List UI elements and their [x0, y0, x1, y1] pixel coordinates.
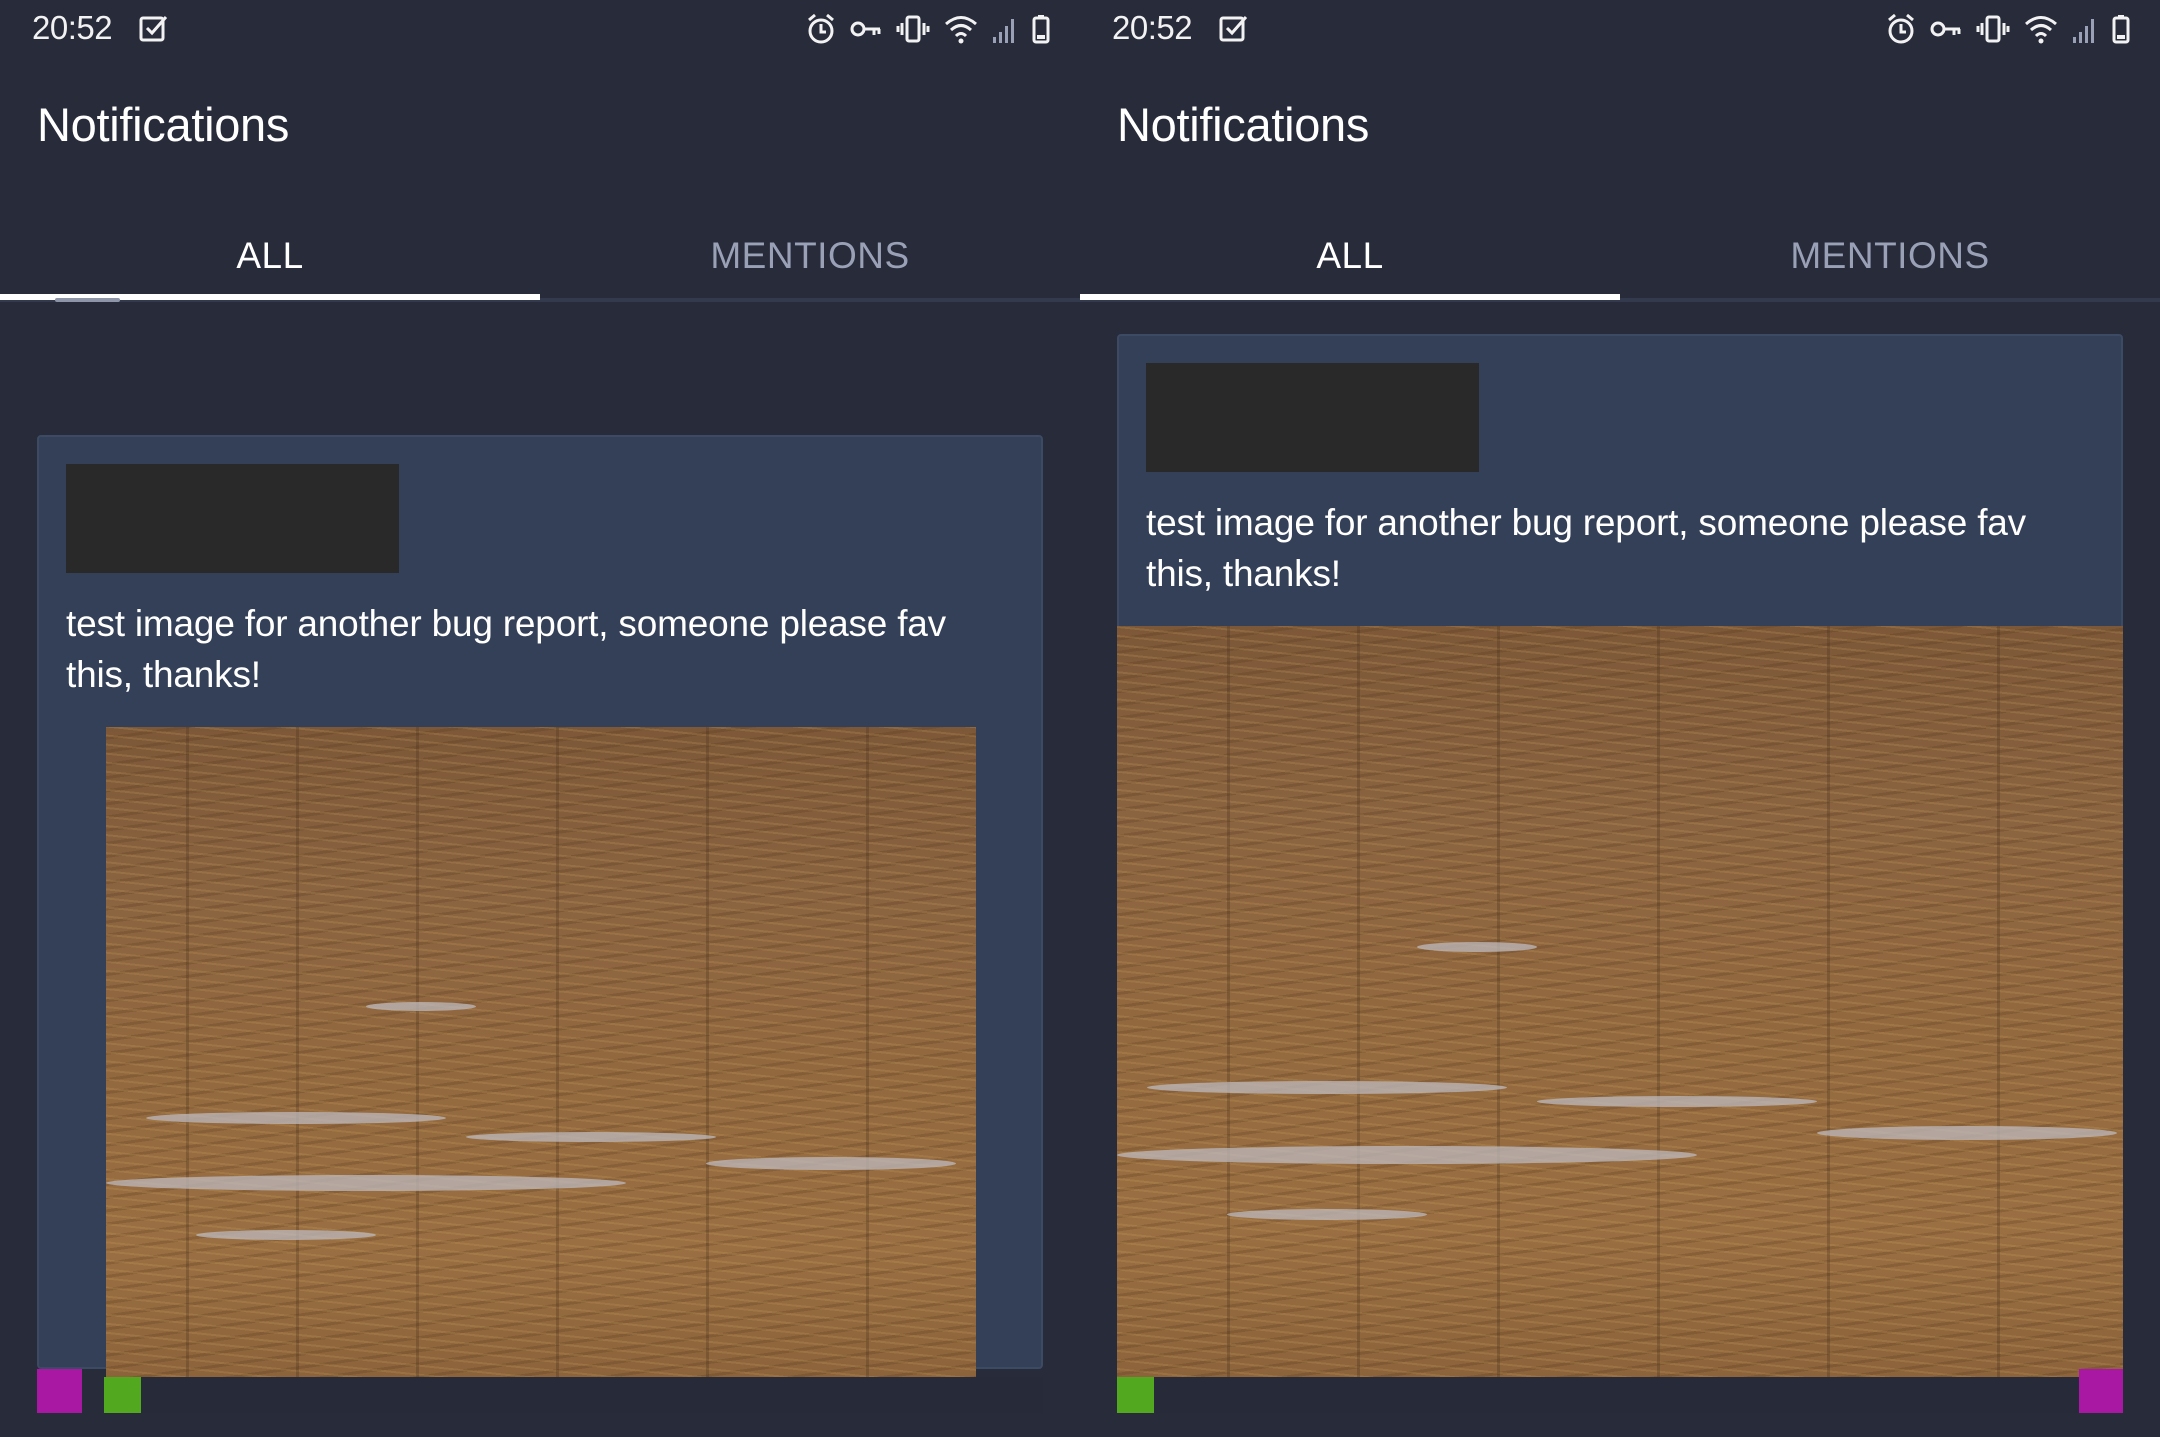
- tab-bar: ALL MENTIONS: [0, 210, 1080, 302]
- status-bar: 20:52: [0, 0, 1080, 60]
- battery-icon: [2112, 14, 2130, 44]
- redacted-account-block: [66, 464, 399, 573]
- checkbox-icon: [138, 13, 168, 48]
- vpn-key-icon: [1930, 18, 1962, 40]
- alarm-icon: [806, 13, 836, 45]
- puddle: [466, 1132, 716, 1142]
- redacted-account-block: [1146, 363, 1479, 472]
- tab-mentions[interactable]: MENTIONS: [540, 210, 1080, 302]
- battery-icon: [1032, 14, 1050, 44]
- checkbox-icon: [1218, 13, 1248, 48]
- pull-refresh-indicator: [55, 298, 120, 302]
- puddle: [1227, 1209, 1427, 1220]
- puddle: [1817, 1126, 2117, 1140]
- puddle: [1417, 942, 1537, 952]
- notification-text: test image for another bug report, someo…: [1146, 502, 2026, 594]
- wifi-icon: [2024, 14, 2058, 44]
- page-title: Notifications: [37, 98, 290, 151]
- wifi-icon: [944, 14, 978, 44]
- notification-card[interactable]: test image for another bug report, someo…: [1117, 334, 2123, 1379]
- status-icons: [806, 11, 1050, 47]
- post-image[interactable]: [106, 727, 976, 1379]
- page-title: Notifications: [1117, 98, 1370, 151]
- tab-mentions[interactable]: MENTIONS: [1620, 210, 2160, 302]
- puddle: [146, 1112, 446, 1124]
- tab-bar: ALL MENTIONS: [1080, 210, 2160, 302]
- magenta-marker: [2079, 1369, 2123, 1413]
- green-marker: [104, 1377, 141, 1413]
- post-image[interactable]: [1117, 626, 2123, 1379]
- vibrate-icon: [896, 14, 930, 44]
- vpn-key-icon: [850, 18, 882, 40]
- status-icons: [1886, 11, 2130, 47]
- puddle: [1117, 1146, 1697, 1164]
- magenta-marker: [37, 1369, 82, 1413]
- vibrate-icon: [1976, 14, 2010, 44]
- puddle: [1537, 1096, 1817, 1107]
- signal-icon: [992, 14, 1018, 44]
- puddle: [366, 1002, 476, 1011]
- tab-all[interactable]: ALL: [1080, 210, 1620, 302]
- status-bar: 20:52: [1080, 0, 2160, 60]
- status-time: 20:52: [32, 9, 113, 46]
- puddle: [196, 1230, 376, 1240]
- tab-all[interactable]: ALL: [0, 210, 540, 302]
- signal-icon: [2072, 14, 2098, 44]
- notification-text: test image for another bug report, someo…: [66, 603, 946, 695]
- puddle: [706, 1157, 956, 1170]
- bottom-strip: [1154, 1377, 2079, 1413]
- bottom-strip: [141, 1377, 1043, 1413]
- screen-right: 20:52 Notifications ALL MENTIONS test im…: [1080, 0, 2160, 1437]
- green-marker: [1117, 1377, 1154, 1413]
- notification-card[interactable]: test image for another bug report, someo…: [37, 435, 1043, 1379]
- puddle: [106, 1175, 626, 1191]
- status-time: 20:52: [1112, 9, 1193, 46]
- alarm-icon: [1886, 13, 1916, 45]
- tab-indicator: [1080, 294, 1620, 300]
- screen-left: 20:52 Notifications ALL MENTIONS test im…: [0, 0, 1080, 1437]
- puddle: [1147, 1081, 1507, 1094]
